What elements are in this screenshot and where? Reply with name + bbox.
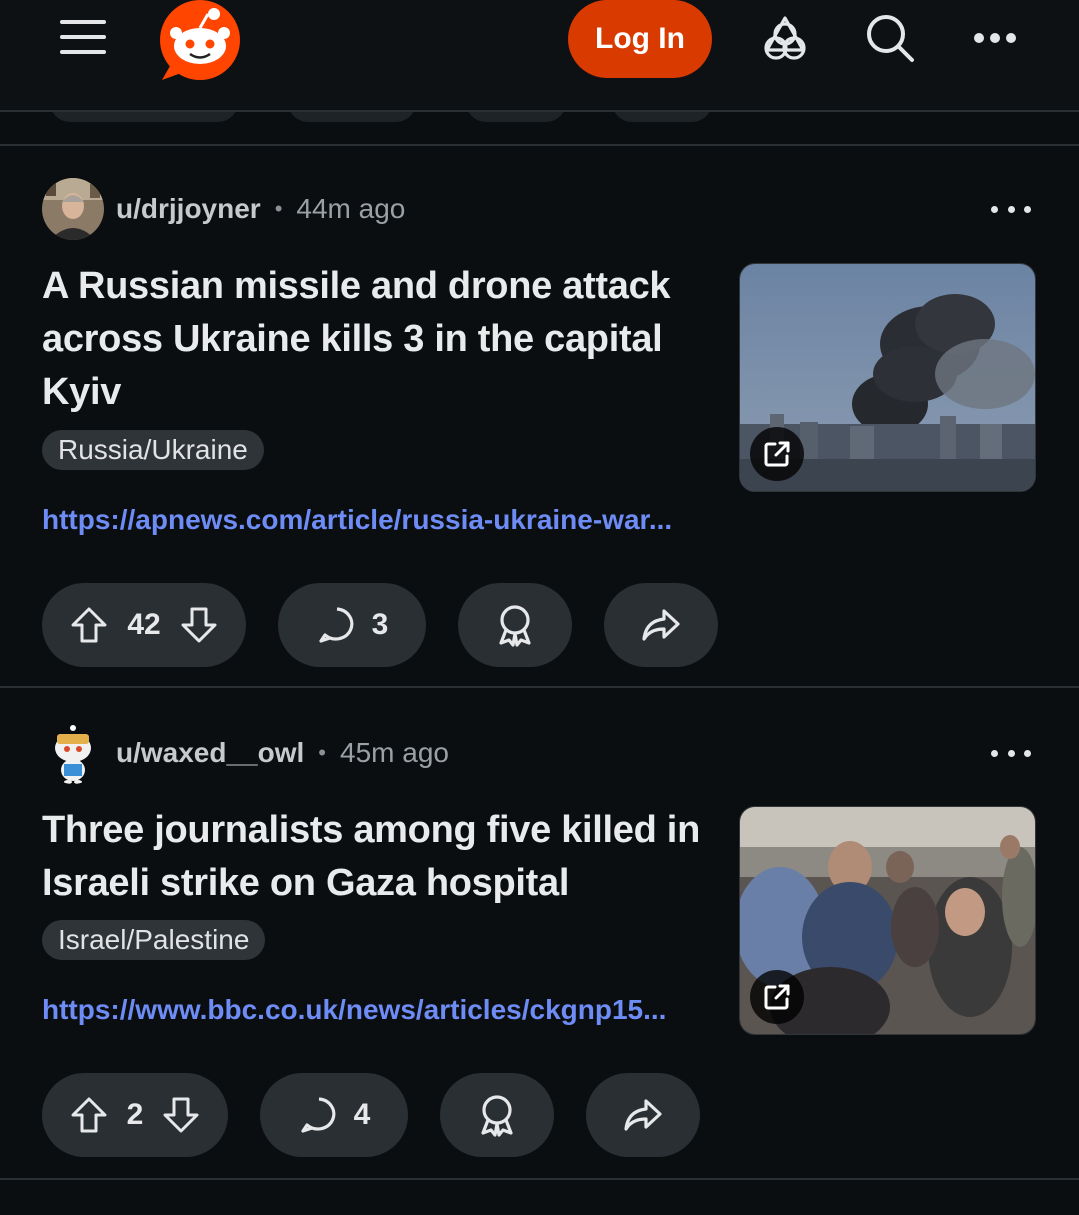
- post-thumbnail[interactable]: [739, 263, 1036, 492]
- top-navigation-bar: Log In: [0, 0, 1079, 112]
- more-options-icon[interactable]: [967, 10, 1023, 66]
- filter-chip[interactable]: [288, 112, 416, 122]
- downvote-icon[interactable]: [161, 1095, 201, 1135]
- share-icon: [622, 1095, 664, 1135]
- meta-separator: •: [274, 196, 283, 221]
- filter-chip[interactable]: [50, 112, 238, 122]
- post-link[interactable]: https://www.bbc.co.uk/news/articles/ckgn…: [42, 994, 732, 1026]
- vote-control: 42: [42, 583, 246, 667]
- share-button[interactable]: [586, 1073, 700, 1157]
- post-flair[interactable]: Israel/Palestine: [42, 920, 266, 960]
- post-author[interactable]: u/drjjoyner: [116, 193, 261, 225]
- hamburger-menu-icon[interactable]: [58, 16, 110, 58]
- award-button[interactable]: [440, 1073, 554, 1157]
- post-card[interactable]: u/waxed__owl • 45m ago Three journalists…: [0, 690, 1079, 1180]
- award-button[interactable]: [458, 583, 572, 667]
- post-title[interactable]: A Russian missile and drone attack acros…: [42, 260, 722, 419]
- avatar[interactable]: [42, 178, 104, 240]
- post-flair[interactable]: Russia/Ukraine: [42, 430, 264, 470]
- post-title[interactable]: Three journalists among five killed in I…: [42, 804, 722, 910]
- share-icon: [640, 605, 682, 645]
- feed-filter-chips: [0, 112, 1079, 146]
- vote-count: 2: [126, 1098, 144, 1131]
- login-button[interactable]: Log In: [568, 0, 712, 78]
- comments-button[interactable]: 3: [278, 583, 426, 667]
- avatar[interactable]: [42, 722, 104, 784]
- post-actions: 42 3: [42, 583, 750, 667]
- reddit-logo[interactable]: [156, 0, 244, 82]
- popular-icon[interactable]: [757, 10, 813, 66]
- post-timestamp: 45m ago: [340, 737, 449, 768]
- post-timestamp: 44m ago: [296, 193, 406, 224]
- share-button[interactable]: [604, 583, 718, 667]
- comment-icon: [316, 604, 358, 646]
- comment-icon: [298, 1094, 340, 1136]
- search-icon[interactable]: [862, 10, 918, 66]
- comments-button[interactable]: 4: [260, 1073, 408, 1157]
- vote-count: 42: [127, 608, 161, 641]
- post-more-options-icon[interactable]: [991, 738, 1031, 768]
- post-meta: u/drjjoyner • 44m ago: [42, 178, 405, 240]
- meta-separator: •: [318, 740, 326, 765]
- post-meta: u/waxed__owl • 45m ago: [42, 722, 449, 784]
- post-actions: 2 4: [42, 1073, 732, 1157]
- comment-count: 3: [371, 608, 389, 641]
- post-author[interactable]: u/waxed__owl: [116, 737, 304, 769]
- award-icon: [477, 1093, 517, 1137]
- upvote-icon[interactable]: [69, 605, 109, 645]
- external-link-icon: [750, 970, 804, 1024]
- vote-control: 2: [42, 1073, 228, 1157]
- post-card[interactable]: u/drjjoyner • 44m ago A Russian missile …: [0, 148, 1079, 688]
- post-more-options-icon[interactable]: [991, 194, 1031, 224]
- filter-chip[interactable]: [612, 112, 712, 122]
- downvote-icon[interactable]: [179, 605, 219, 645]
- upvote-icon[interactable]: [69, 1095, 109, 1135]
- post-thumbnail[interactable]: [739, 806, 1036, 1035]
- award-icon: [495, 603, 535, 647]
- filter-chip[interactable]: [466, 112, 566, 122]
- external-link-icon: [750, 427, 804, 481]
- comment-count: 4: [353, 1098, 371, 1131]
- post-link[interactable]: https://apnews.com/article/russia-ukrain…: [42, 504, 732, 536]
